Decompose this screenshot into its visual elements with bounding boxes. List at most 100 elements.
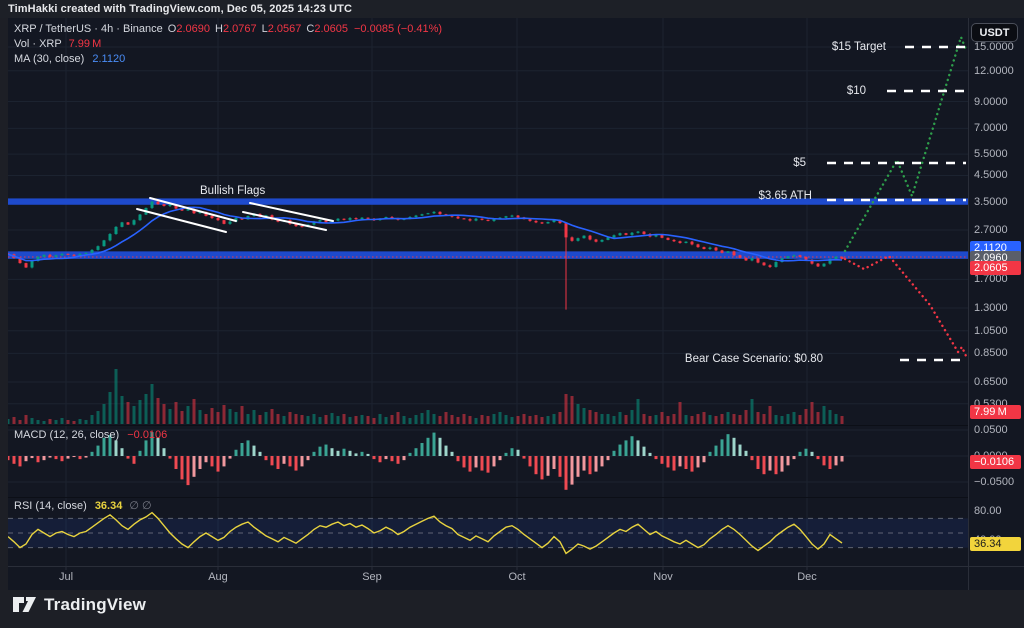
volume-bar bbox=[601, 414, 604, 424]
candle-body bbox=[793, 255, 796, 256]
volume-bar bbox=[463, 414, 466, 424]
macd-bar bbox=[211, 456, 214, 466]
candle-body bbox=[31, 261, 34, 268]
macd-bar bbox=[649, 453, 652, 456]
volume-bar bbox=[223, 405, 226, 424]
candle-body bbox=[133, 220, 136, 224]
candle-body bbox=[667, 238, 670, 240]
volume-bar bbox=[673, 414, 676, 424]
ohlc-value: 2.0767 bbox=[223, 23, 257, 35]
volume-bar bbox=[511, 417, 514, 424]
macd-bar bbox=[763, 456, 766, 474]
macd-bar bbox=[607, 456, 610, 460]
candle-body bbox=[103, 240, 106, 246]
volume-bar bbox=[373, 418, 376, 424]
volume-bar bbox=[241, 406, 244, 424]
macd-bar bbox=[469, 456, 472, 472]
candle-body bbox=[595, 240, 598, 242]
macd-bar bbox=[343, 449, 346, 456]
macd-bar bbox=[313, 452, 316, 456]
tradingview-brand[interactable]: TradingView bbox=[12, 594, 146, 615]
macd-bar bbox=[691, 456, 694, 472]
candle-body bbox=[643, 232, 646, 234]
legend-volume-row: Vol · XRP 7.99 M bbox=[14, 38, 101, 50]
candle-body bbox=[763, 263, 766, 266]
volume-bar bbox=[799, 415, 802, 424]
volume-bar bbox=[697, 414, 700, 424]
volume-bar bbox=[691, 416, 694, 424]
ma-study-label: MA (30, close) bbox=[14, 53, 84, 65]
volume-bar bbox=[475, 418, 478, 424]
macd-bar bbox=[289, 456, 292, 466]
volume-bar bbox=[49, 419, 52, 424]
volume-bar bbox=[43, 421, 46, 424]
macd-bar bbox=[481, 456, 484, 471]
ohlc-key: H bbox=[215, 23, 223, 35]
support-band[interactable] bbox=[8, 251, 968, 259]
volume-bar bbox=[115, 369, 118, 424]
volume-bar bbox=[769, 406, 772, 424]
macd-bar bbox=[673, 456, 676, 471]
macd-bar bbox=[679, 456, 682, 466]
volume-bar bbox=[199, 410, 202, 424]
volume-study-label: Vol · XRP bbox=[14, 38, 62, 50]
macd-bar bbox=[523, 456, 526, 459]
candle-body bbox=[703, 247, 706, 249]
macd-bar bbox=[433, 433, 436, 456]
candle-body bbox=[529, 219, 532, 221]
macd-bar bbox=[493, 456, 496, 466]
volume-bar bbox=[187, 406, 190, 424]
macd-bar bbox=[373, 456, 376, 459]
macd-bar bbox=[247, 440, 250, 456]
volume-bar bbox=[121, 396, 124, 424]
candle-body bbox=[487, 220, 490, 221]
candle-body bbox=[697, 244, 700, 247]
currency-toggle-button[interactable]: USDT bbox=[971, 23, 1018, 42]
candle-body bbox=[157, 202, 160, 204]
macd-bar bbox=[487, 456, 490, 473]
macd-bar bbox=[601, 456, 604, 466]
candle-body bbox=[469, 219, 472, 220]
candle-body bbox=[337, 219, 340, 221]
bull-projection-line[interactable] bbox=[845, 37, 966, 251]
candle-body bbox=[505, 216, 508, 217]
macd-bar bbox=[499, 456, 502, 460]
candle-body bbox=[319, 220, 322, 221]
macd-bar bbox=[139, 451, 142, 456]
brand-name: TradingView bbox=[44, 595, 146, 615]
volume-bar bbox=[739, 415, 742, 424]
macd-bar bbox=[769, 456, 772, 471]
macd-bar bbox=[121, 448, 124, 456]
volume-bar bbox=[733, 414, 736, 424]
volume-bar bbox=[331, 413, 334, 424]
macd-bar bbox=[181, 456, 184, 479]
macd-bar bbox=[13, 456, 16, 464]
volume-bar bbox=[37, 420, 40, 424]
volume-bar bbox=[355, 416, 358, 424]
macd-bar bbox=[391, 456, 394, 461]
flag-trendline[interactable] bbox=[137, 209, 226, 232]
volume-bar bbox=[403, 416, 406, 424]
volume-bar bbox=[193, 399, 196, 424]
volume-bar bbox=[253, 410, 256, 424]
bear-projection-line[interactable] bbox=[845, 256, 966, 356]
macd-bar bbox=[835, 456, 838, 465]
volume-bar bbox=[91, 415, 94, 424]
volume-bar bbox=[787, 414, 790, 424]
chart-canvas[interactable] bbox=[0, 0, 1024, 628]
volume-bar bbox=[613, 416, 616, 424]
volume-bar bbox=[721, 414, 724, 424]
candle-body bbox=[709, 248, 712, 249]
macd-bar bbox=[781, 456, 784, 472]
candle-body bbox=[625, 233, 628, 235]
volume-bar bbox=[439, 416, 442, 424]
bottom-bar bbox=[0, 590, 1024, 628]
macd-bar bbox=[49, 456, 52, 458]
macd-bar bbox=[463, 456, 466, 467]
macd-bar bbox=[73, 456, 76, 457]
macd-bar bbox=[325, 445, 328, 456]
volume-bar bbox=[349, 417, 352, 424]
candle-body bbox=[97, 246, 100, 250]
macd-bar bbox=[205, 456, 208, 462]
volume-bar bbox=[175, 402, 178, 424]
